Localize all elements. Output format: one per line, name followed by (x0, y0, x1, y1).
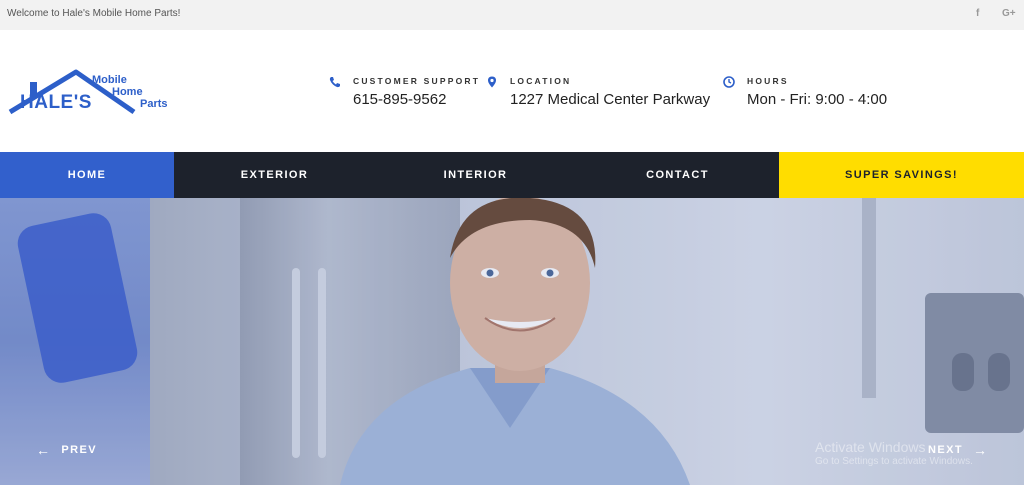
prev-label: PREV (61, 444, 97, 456)
nav-item-contact[interactable]: CONTACT (576, 152, 779, 198)
arrow-left-icon: ← (36, 442, 52, 458)
nav-item-exterior[interactable]: EXTERIOR (174, 152, 375, 198)
slider-prev-button[interactable]: ← PREV (36, 442, 97, 458)
nav-item-home[interactable]: HOME (0, 152, 174, 198)
logo-line-mobile: Mobile (92, 74, 127, 86)
support-phone[interactable]: 615-895-9562 (353, 91, 446, 108)
location-label: LOCATION (510, 76, 572, 86)
arrow-right-icon: → (972, 442, 989, 458)
watermark-subtitle: Go to Settings to activate Windows. (815, 456, 973, 467)
main-nav: HOME EXTERIOR INTERIOR CONTACT SUPER SAV… (0, 152, 1024, 198)
windows-activation-watermark: Activate Windows Go to Settings to activ… (815, 439, 973, 467)
logo-line-home: Home (112, 86, 143, 98)
site-header: HALE'S Mobile Home Parts CUSTOMER SUPPOR… (0, 30, 1024, 152)
top-bar: Welcome to Hale's Mobile Home Parts! f G… (0, 0, 1024, 30)
location-address: 1227 Medical Center Parkway (510, 91, 711, 108)
nav-item-super-savings[interactable]: SUPER SAVINGS! (779, 152, 1024, 198)
hours-label: HOURS (747, 76, 789, 86)
welcome-text: Welcome to Hale's Mobile Home Parts! (7, 8, 181, 19)
phone-icon (329, 77, 340, 88)
hours-value: Mon - Fri: 9:00 - 4:00 (747, 91, 888, 108)
watermark-title: Activate Windows (815, 439, 926, 455)
google-plus-icon[interactable]: G+ (1002, 8, 1016, 19)
facebook-icon[interactable]: f (976, 8, 979, 19)
logo-brand: HALE'S (20, 92, 92, 113)
clock-icon (723, 76, 735, 88)
support-label: CUSTOMER SUPPORT (353, 76, 481, 86)
map-pin-icon (488, 76, 496, 88)
logo-line-parts: Parts (140, 98, 168, 110)
hero-slider: ← PREV NEXT → Activate Windows Go to Set… (0, 198, 1024, 485)
site-logo[interactable]: HALE'S Mobile Home Parts (6, 68, 196, 118)
nav-item-interior[interactable]: INTERIOR (375, 152, 576, 198)
